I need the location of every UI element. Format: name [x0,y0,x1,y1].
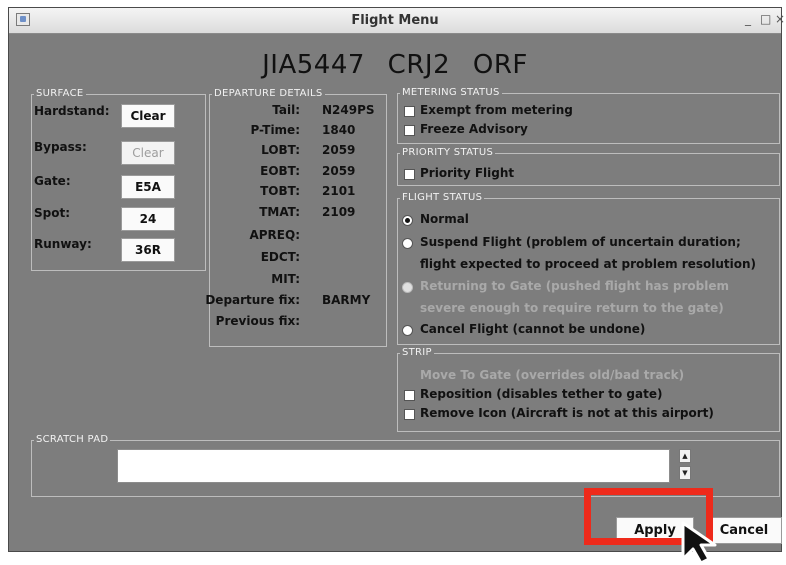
tail-value: N249PS [322,103,375,117]
spot-button[interactable]: 24 [121,207,175,231]
return-to-gate-label: Returning to Gate (pushed flight has pro… [420,279,730,293]
gate-label: Gate: [34,174,71,188]
previous-fix-label: Previous fix: [215,314,300,328]
move-to-gate-label: Move To Gate (overrides old/bad track) [420,368,685,382]
tail-label: Tail: [272,103,300,117]
departure-fix-label: Departure fix: [205,293,300,307]
apreq-label: APREQ: [249,228,300,242]
return-to-gate-radio [402,282,413,293]
flight-status-legend: FLIGHT STATUS [402,192,483,203]
tmat-label: TMAT: [259,205,300,219]
scroll-down-icon[interactable]: ▼ [679,466,691,480]
suspend-label-continued: flight expected to proceed at problem re… [420,257,756,271]
maximize-icon[interactable]: □ [760,12,771,26]
close-icon[interactable]: × [775,12,785,26]
cancel-flight-label: Cancel Flight (cannot be undone) [420,322,646,336]
exempt-label: Exempt from metering [420,103,573,117]
suspend-label: Suspend Flight (problem of uncertain dur… [420,235,741,249]
edct-label: EDCT: [260,250,300,264]
eobt-value: 2059 [322,164,356,178]
priority-label: Priority Flight [420,166,515,180]
departure-details-legend: DEPARTURE DETAILS [214,88,323,99]
mit-label: MIT: [271,272,300,286]
metering-status-legend: METERING STATUS [402,87,500,98]
suspend-radio[interactable] [402,238,413,249]
ptime-value: 1840 [322,123,356,137]
runway-label: Runway: [34,237,92,251]
scratch-pad-legend: SCRATCH PAD [36,434,109,445]
flight-menu-window: Flight Menu _ □ × JIA5447 CRJ2 ORF SURFA… [8,7,785,552]
scratch-pad-input[interactable] [117,449,670,483]
runway-button[interactable]: 36R [121,238,175,262]
return-to-gate-label-continued: severe enough to require return to the g… [420,301,724,315]
window-title: Flight Menu [351,13,439,28]
flight-identifier: JIA5447 CRJ2 ORF [262,50,528,80]
reposition-label: Reposition (disables tether to gate) [420,387,663,401]
departure-fix-value: BARMY [322,293,371,307]
scroll-up-icon[interactable]: ▲ [679,449,691,463]
tobt-label: TOBT: [260,184,300,198]
remove-icon-checkbox[interactable] [404,409,415,420]
remove-icon-label: Remove Icon (Aircraft is not at this air… [420,406,714,420]
tobt-value: 2101 [322,184,356,198]
title-bar: Flight Menu _ □ × [9,8,785,34]
exempt-checkbox[interactable] [404,106,415,117]
freeze-checkbox[interactable] [404,125,415,136]
gate-button[interactable]: E5A [121,175,175,199]
priority-status-legend: PRIORITY STATUS [402,147,494,158]
eobt-label: EOBT: [260,164,300,178]
bypass-label: Bypass: [34,140,87,154]
ptime-label: P-Time: [250,123,300,137]
normal-label: Normal [420,212,469,226]
lobt-value: 2059 [322,143,356,157]
spot-label: Spot: [34,206,71,220]
cancel-flight-radio[interactable] [402,325,413,336]
hardstand-clear-button[interactable]: Clear [121,104,175,128]
hardstand-label: Hardstand: [34,104,110,118]
mouse-cursor-icon [681,521,717,565]
bypass-clear-button: Clear [121,141,175,165]
reposition-checkbox[interactable] [404,390,415,401]
priority-checkbox[interactable] [404,169,415,180]
lobt-label: LOBT: [261,143,300,157]
normal-radio[interactable] [402,215,413,226]
tmat-value: 2109 [322,205,356,219]
strip-legend: STRIP [402,347,432,358]
minimize-icon[interactable]: _ [745,12,751,26]
freeze-label: Freeze Advisory [420,122,528,136]
scratch-pad-scrollbar[interactable]: ▲ ▼ [679,449,691,483]
surface-legend: SURFACE [36,88,84,99]
